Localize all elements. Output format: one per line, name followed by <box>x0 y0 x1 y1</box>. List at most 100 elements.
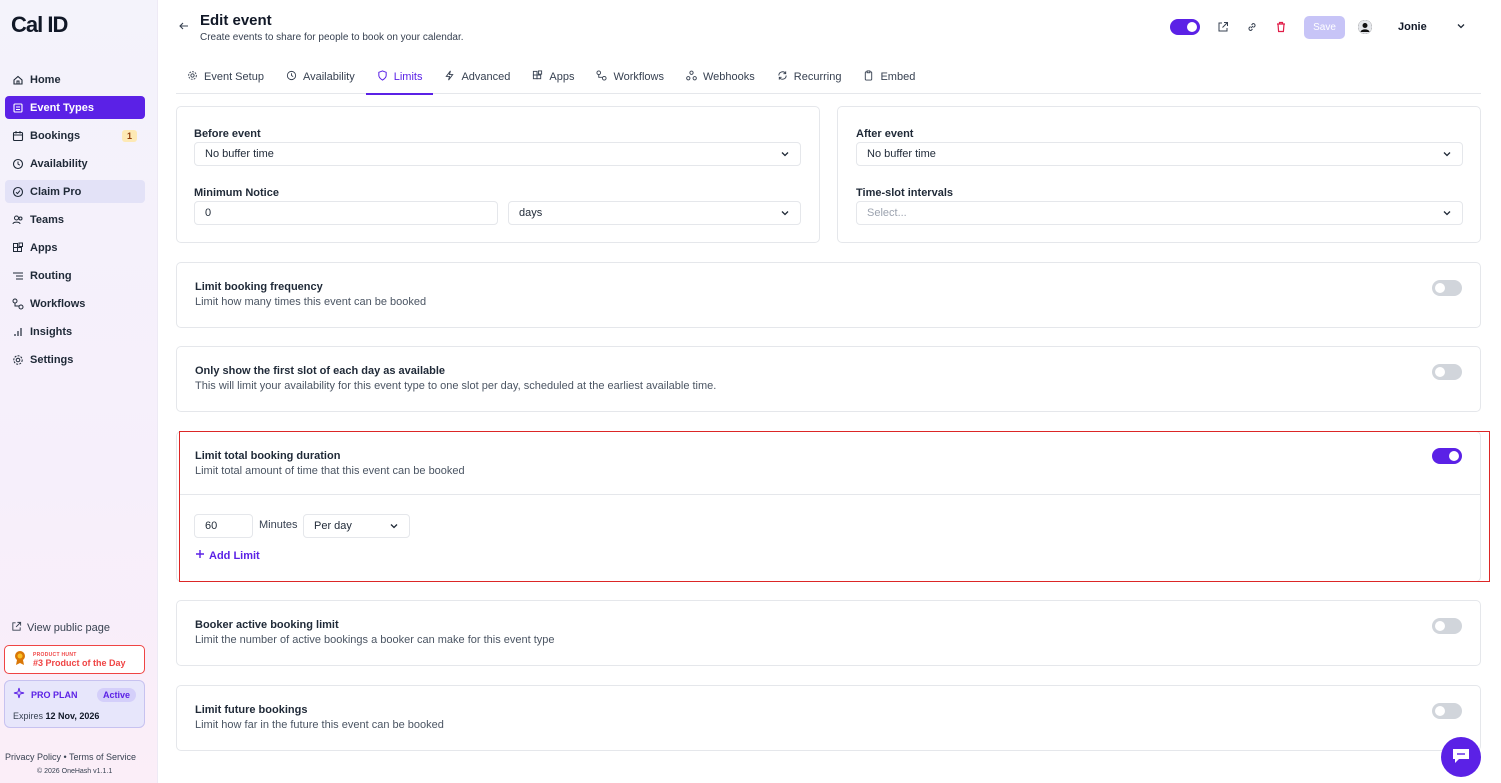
highlight-box <box>179 431 1490 582</box>
user-name[interactable]: Jonie <box>1398 21 1427 33</box>
time-slot-intervals-select[interactable]: Select... <box>856 201 1463 225</box>
minimum-notice-label: Minimum Notice <box>194 187 279 199</box>
sidebar-item-routing[interactable]: Routing <box>5 264 145 287</box>
booker-limit-title: Booker active booking limit <box>195 619 339 631</box>
users-icon <box>12 214 24 226</box>
before-event-value: No buffer time <box>205 148 274 160</box>
tab-apps[interactable]: Apps <box>521 60 585 94</box>
tab-label: Availability <box>302 71 355 83</box>
grid-icon <box>12 242 24 254</box>
tab-label: Workflows <box>613 71 664 83</box>
copyright: © 2026 OneHash v1.1.1 <box>37 768 113 775</box>
gear-icon <box>12 354 24 366</box>
gear-icon <box>187 70 198 84</box>
shield-icon <box>377 70 388 84</box>
back-arrow-icon[interactable] <box>178 20 190 35</box>
limit-future-bookings-card: Limit future bookings Limit how far in t… <box>176 685 1481 751</box>
sidebar-item-home[interactable]: Home <box>5 68 145 91</box>
event-tabs: Event Setup Availability Limits Advanced… <box>176 60 1481 95</box>
before-event-label: Before event <box>194 128 261 140</box>
sidebar-item-insights[interactable]: Insights <box>5 320 145 343</box>
tab-label: Apps <box>549 71 575 83</box>
view-public-page-link[interactable]: View public page <box>11 621 110 635</box>
booker-limit-description: Limit the number of active bookings a bo… <box>195 634 555 646</box>
product-hunt-badge[interactable]: PRODUCT HUNT #3 Product of the Day <box>4 645 145 674</box>
event-visibility-toggle[interactable] <box>1170 19 1200 35</box>
chat-icon <box>1451 747 1471 768</box>
external-link-icon[interactable] <box>1216 20 1230 34</box>
chevron-down-icon[interactable] <box>1456 20 1466 34</box>
repeat-icon <box>777 70 788 84</box>
sidebar-item-label: Event Types <box>30 101 94 114</box>
time-slot-intervals-label: Time-slot intervals <box>856 187 953 199</box>
minimum-notice-input[interactable]: 0 <box>194 201 498 225</box>
sidebar-item-availability[interactable]: Availability <box>5 152 145 175</box>
external-link-icon <box>11 621 22 635</box>
expires-prefix: Expires <box>13 711 44 721</box>
event-types-icon <box>12 102 24 114</box>
future-bookings-description: Limit how far in the future this event c… <box>195 719 444 731</box>
sidebar: Cal ID Home Event Types Bookings 1 Avail… <box>0 0 158 783</box>
app-logo[interactable]: Cal ID <box>11 12 68 38</box>
plan-expiry: Expires 12 Nov, 2026 <box>13 711 136 721</box>
trash-icon[interactable] <box>1274 20 1288 34</box>
future-bookings-toggle[interactable] <box>1432 703 1462 719</box>
first-slot-toggle[interactable] <box>1432 364 1462 380</box>
workflow-icon <box>596 70 608 84</box>
link-icon[interactable] <box>1245 20 1259 34</box>
page-title: Edit event <box>200 12 272 29</box>
sidebar-item-label: Teams <box>30 213 65 226</box>
after-event-select[interactable]: No buffer time <box>856 142 1463 166</box>
before-event-select[interactable]: No buffer time <box>194 142 801 166</box>
limit-frequency-title: Limit booking frequency <box>195 281 323 293</box>
tab-label: Recurring <box>793 71 842 83</box>
tab-embed[interactable]: Embed <box>852 60 926 94</box>
sidebar-item-apps[interactable]: Apps <box>5 236 145 259</box>
chat-support-button[interactable] <box>1441 737 1481 777</box>
sidebar-item-claim-pro[interactable]: Claim Pro <box>5 180 145 203</box>
pro-plan-card: PRO PLAN Active Expires 12 Nov, 2026 <box>4 680 145 728</box>
sidebar-item-label: Claim Pro <box>30 185 82 198</box>
sidebar-item-teams[interactable]: Teams <box>5 208 145 231</box>
calendar-icon <box>12 130 24 142</box>
tab-workflows[interactable]: Workflows <box>585 60 675 94</box>
plan-label: PRO PLAN <box>31 689 78 700</box>
product-hunt-title: #3 Product of the Day <box>33 657 126 668</box>
sidebar-item-label: Bookings <box>30 129 81 142</box>
home-icon <box>12 74 24 86</box>
sidebar-item-label: Routing <box>30 269 72 282</box>
workflow-icon <box>12 298 24 310</box>
grid-icon <box>532 70 543 84</box>
sidebar-item-label: Availability <box>30 157 88 170</box>
sidebar-item-bookings[interactable]: Bookings 1 <box>5 124 145 147</box>
limit-frequency-description: Limit how many times this event can be b… <box>195 296 427 308</box>
badge-icon <box>12 186 24 198</box>
privacy-policy-link[interactable]: Privacy Policy <box>5 752 61 762</box>
sidebar-item-event-types[interactable]: Event Types <box>5 96 145 119</box>
tab-limits[interactable]: Limits <box>365 60 434 95</box>
sidebar-item-workflows[interactable]: Workflows <box>5 292 145 315</box>
tab-advanced[interactable]: Advanced <box>433 60 521 94</box>
tab-label: Limits <box>393 71 423 83</box>
user-avatar[interactable] <box>1358 20 1372 34</box>
sidebar-item-settings[interactable]: Settings <box>5 348 145 371</box>
booker-limit-toggle[interactable] <box>1432 618 1462 634</box>
medal-icon <box>13 650 27 669</box>
sparkle-icon <box>13 687 25 702</box>
after-event-label: After event <box>856 128 914 140</box>
save-button[interactable]: Save <box>1304 15 1345 39</box>
limit-frequency-toggle[interactable] <box>1432 280 1462 296</box>
tab-recurring[interactable]: Recurring <box>766 60 853 94</box>
tab-availability[interactable]: Availability <box>275 60 366 94</box>
tab-webhooks[interactable]: Webhooks <box>675 60 766 94</box>
terms-of-service-link[interactable]: Terms of Service <box>69 752 136 762</box>
sidebar-item-label: Apps <box>30 241 58 254</box>
first-slot-title: Only show the first slot of each day as … <box>195 365 446 377</box>
tab-event-setup[interactable]: Event Setup <box>176 60 275 94</box>
sidebar-item-label: Settings <box>30 353 74 366</box>
bookings-count-badge: 1 <box>121 129 137 142</box>
future-bookings-title: Limit future bookings <box>195 704 308 716</box>
footer-links: Privacy Policy • Terms of Service <box>5 752 136 762</box>
sidebar-item-label: Insights <box>30 325 73 338</box>
minimum-notice-unit-select[interactable]: days <box>508 201 801 225</box>
